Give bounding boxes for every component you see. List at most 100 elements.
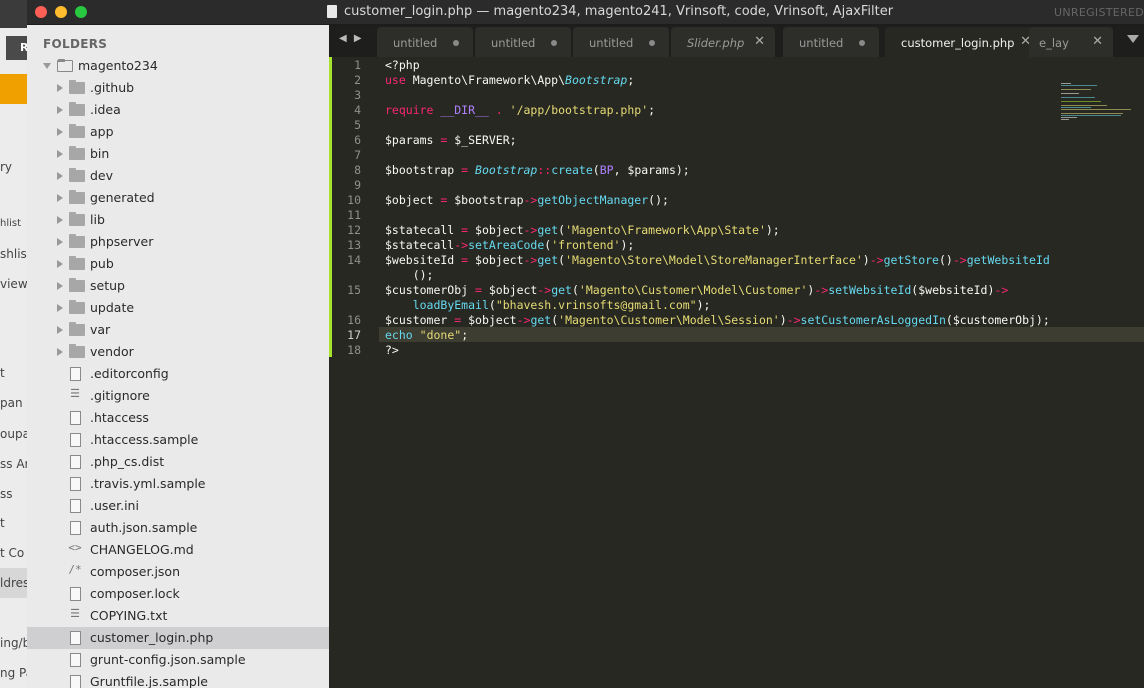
code-editor[interactable]: ◀ ▶ untitled untitled untitled Slider.php ✕ u… (329, 25, 1144, 688)
tree-folder[interactable]: update (27, 297, 329, 319)
code-line: $statecall->setAreaCode('frontend'); (385, 238, 635, 252)
tree-file[interactable]: .editorconfig (27, 363, 329, 385)
tree-file[interactable]: .php_cs.dist (27, 451, 329, 473)
tree-file[interactable]: composer.lock (27, 583, 329, 605)
minimap-line (1061, 83, 1071, 84)
tree-folder[interactable]: phpserver (27, 231, 329, 253)
file-icon (70, 367, 81, 381)
tree-file[interactable]: ☰ COPYING.txt (27, 605, 329, 627)
disclosure-triangle-icon[interactable] (57, 238, 63, 246)
tree-folder[interactable]: .idea (27, 99, 329, 121)
disclosure-triangle-icon[interactable] (57, 326, 63, 334)
tab-navigation-arrows[interactable]: ◀ ▶ (339, 33, 364, 44)
tree-item-label: generated (90, 190, 155, 205)
background-app-text: view (0, 277, 28, 291)
title-bar[interactable]: customer_login.php — magento234, magento… (27, 0, 1144, 25)
disclosure-triangle-icon[interactable] (43, 63, 51, 69)
code-line: require __DIR__ . '/app/bootstrap.php'; (385, 103, 656, 117)
tree-file[interactable]: Gruntfile.js.sample (27, 671, 329, 688)
code-line-wrap: loadByEmail("bhavesh.vrinsofts@gmail.com… (412, 298, 711, 312)
tree-file[interactable]: .user.ini (27, 495, 329, 517)
disclosure-triangle-icon[interactable] (57, 216, 63, 224)
file-icon (70, 411, 81, 425)
tree-folder[interactable]: vendor (27, 341, 329, 363)
tab[interactable]: untitled (573, 27, 669, 57)
tab[interactable]: untitled (377, 27, 473, 57)
tab[interactable]: untitled (783, 27, 879, 57)
tree-file[interactable]: .htaccess.sample (27, 429, 329, 451)
lines-file-icon: ☰ (70, 607, 80, 620)
tree-folder[interactable]: lib (27, 209, 329, 231)
folders-sidebar: FOLDERS magento234 .github .idea app bin dev g… (27, 25, 329, 688)
code-area[interactable]: <?php use Magento\Framework\App\Bootstra… (385, 58, 1065, 658)
tab-label: untitled (799, 36, 844, 50)
tree-folder[interactable]: generated (27, 187, 329, 209)
disclosure-triangle-icon[interactable] (57, 150, 63, 158)
disclosure-triangle-icon[interactable] (57, 172, 63, 180)
tree-folder[interactable]: app (27, 121, 329, 143)
minimap-line (1061, 93, 1079, 94)
window-title: customer_login.php — magento234, magento… (344, 4, 894, 19)
tree-item-label: bin (90, 146, 110, 161)
tab[interactable]: e_lay ✕ (1029, 27, 1113, 57)
tree-file[interactable]: .htaccess (27, 407, 329, 429)
unsaved-dot-icon[interactable] (453, 40, 459, 46)
disclosure-triangle-icon[interactable] (57, 348, 63, 356)
line-number: 11 (347, 208, 361, 222)
tree-file[interactable]: auth.json.sample (27, 517, 329, 539)
tree-file[interactable]: /* composer.json (27, 561, 329, 583)
disclosure-triangle-icon[interactable] (57, 282, 63, 290)
disclosure-triangle-icon[interactable] (57, 128, 63, 136)
tab-list-dropdown-icon[interactable] (1127, 35, 1139, 43)
tree-folder[interactable]: setup (27, 275, 329, 297)
tab-label: untitled (491, 36, 536, 50)
tree-file[interactable]: ☰ .gitignore (27, 385, 329, 407)
line-number: 10 (347, 193, 361, 207)
tab-active[interactable]: customer_login.php ✕ (885, 27, 1041, 57)
tree-folder[interactable]: pub (27, 253, 329, 275)
tree-item-label: .travis.yml.sample (90, 476, 206, 491)
tree-folder[interactable]: var (27, 319, 329, 341)
disclosure-triangle-icon[interactable] (57, 260, 63, 268)
minimize-window-button[interactable] (55, 6, 67, 18)
unsaved-dot-icon[interactable] (551, 40, 557, 46)
disclosure-triangle-icon[interactable] (57, 84, 63, 92)
folder-icon (69, 190, 85, 204)
lines-file-icon: ☰ (70, 387, 80, 400)
unsaved-dot-icon[interactable] (649, 40, 655, 46)
line-number: 1 (354, 58, 361, 72)
tree-file-selected[interactable]: customer_login.php (27, 627, 329, 649)
line-number: 8 (354, 163, 361, 177)
tree-folder-root[interactable]: magento234 (27, 55, 329, 77)
background-app-text: ss Ar (0, 457, 30, 471)
tree-folder[interactable]: .github (27, 77, 329, 99)
line-number: 14 (347, 253, 361, 267)
close-tab-icon[interactable]: ✕ (754, 34, 765, 49)
tab[interactable]: untitled (475, 27, 571, 57)
tree-folder[interactable]: dev (27, 165, 329, 187)
tree-file[interactable]: .travis.yml.sample (27, 473, 329, 495)
disclosure-triangle-icon[interactable] (57, 304, 63, 312)
folder-icon (69, 234, 85, 248)
unsaved-dot-icon[interactable] (859, 40, 865, 46)
background-app-text: t Co (0, 546, 25, 560)
tree-file[interactable]: grunt-config.json.sample (27, 649, 329, 671)
file-icon (70, 499, 81, 513)
tree-folder[interactable]: bin (27, 143, 329, 165)
tab[interactable]: Slider.php ✕ (671, 27, 775, 57)
tab-label: e_lay (1039, 36, 1069, 50)
tree-file[interactable]: <> CHANGELOG.md (27, 539, 329, 561)
tree-item-label: composer.lock (90, 586, 180, 601)
disclosure-triangle-icon[interactable] (57, 194, 63, 202)
close-window-button[interactable] (35, 6, 47, 18)
disclosure-triangle-icon[interactable] (57, 106, 63, 114)
background-app-text: t (0, 516, 5, 530)
minimap[interactable] (1061, 57, 1141, 137)
close-tab-icon[interactable]: ✕ (1092, 34, 1103, 49)
folder-icon (69, 124, 85, 138)
maximize-window-button[interactable] (75, 6, 87, 18)
line-number: 6 (354, 133, 361, 147)
tab-label: Slider.php (687, 36, 745, 50)
line-number: 5 (354, 118, 361, 132)
tree-item-label: phpserver (90, 234, 154, 249)
